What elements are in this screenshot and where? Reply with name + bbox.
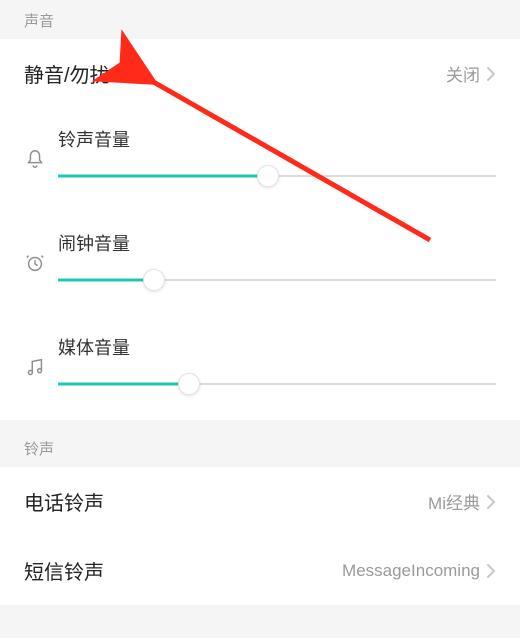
chevron-right-icon xyxy=(486,494,496,510)
ringtone-card: 电话铃声 Mi经典 短信铃声 MessageIncoming xyxy=(0,467,520,605)
volume-ringer-slider[interactable] xyxy=(58,166,496,186)
volume-ringer-label: 铃声音量 xyxy=(58,126,496,152)
row-dnd[interactable]: 静音/勿扰 关闭 xyxy=(0,39,520,108)
section-header-sound: 声音 xyxy=(0,0,520,39)
volume-media-slider[interactable] xyxy=(58,374,496,394)
row-dnd-label: 静音/勿扰 xyxy=(24,59,446,88)
chevron-right-icon xyxy=(486,66,496,82)
alarm-clock-icon xyxy=(24,230,58,274)
row-dnd-value: 关闭 xyxy=(446,61,480,86)
row-sms-ringtone[interactable]: 短信铃声 MessageIncoming xyxy=(0,536,520,605)
volume-alarm-label: 闹钟音量 xyxy=(58,230,496,256)
sound-card: 静音/勿扰 关闭 铃声音量 xyxy=(0,39,520,420)
volume-media-label: 媒体音量 xyxy=(58,334,496,360)
volume-alarm: 闹钟音量 xyxy=(0,212,520,316)
volume-alarm-slider[interactable] xyxy=(58,270,496,290)
section-header-sound-label: 声音 xyxy=(24,13,54,30)
music-note-icon xyxy=(24,334,58,378)
row-call-ringtone[interactable]: 电话铃声 Mi经典 xyxy=(0,467,520,536)
volume-ringer: 铃声音量 xyxy=(0,108,520,212)
row-call-ringtone-value: Mi经典 xyxy=(428,489,480,514)
row-sms-ringtone-value: MessageIncoming xyxy=(342,561,480,581)
bell-icon xyxy=(24,126,58,170)
section-header-ringtone-label: 铃声 xyxy=(24,441,54,458)
row-call-ringtone-label: 电话铃声 xyxy=(24,487,428,516)
volume-media: 媒体音量 xyxy=(0,316,520,420)
chevron-right-icon xyxy=(486,563,496,579)
section-header-ringtone: 铃声 xyxy=(0,428,520,467)
row-sms-ringtone-label: 短信铃声 xyxy=(24,556,342,585)
